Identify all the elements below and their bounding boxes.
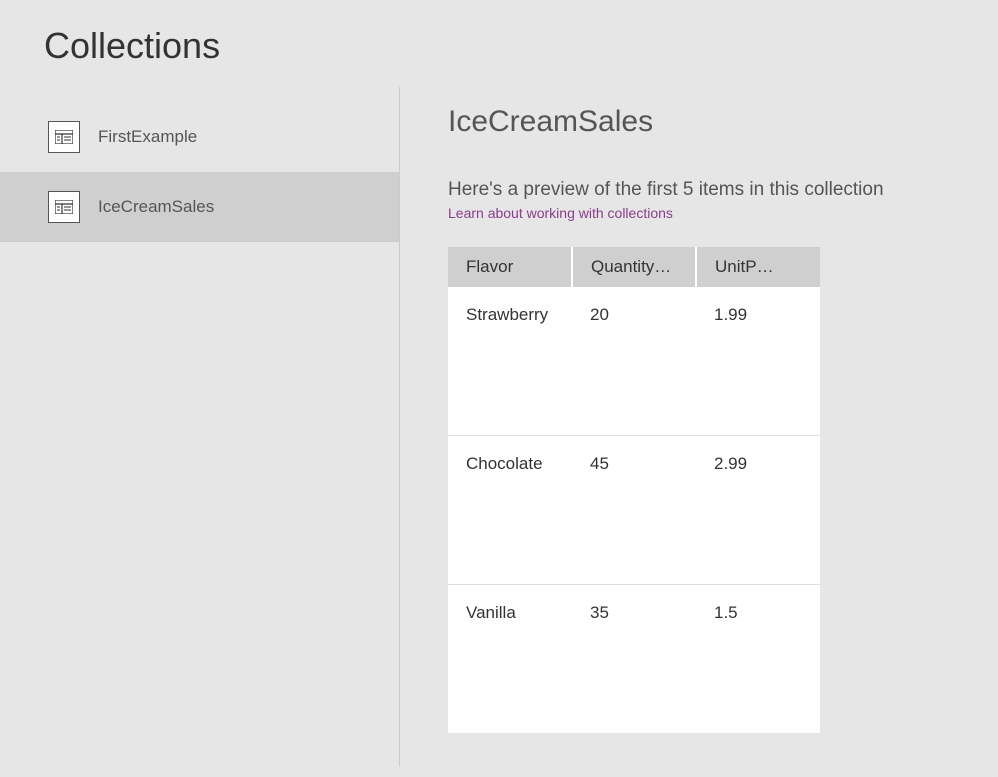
sidebar-item-icecreamsales[interactable]: IceCreamSales [0, 172, 399, 242]
cell-unitprice: 2.99 [696, 436, 820, 585]
cell-quantity: 45 [572, 436, 696, 585]
cell-quantity: 35 [572, 585, 696, 734]
page-title: Collections [0, 0, 998, 87]
collection-detail-title: IceCreamSales [448, 87, 998, 179]
cell-unitprice: 1.5 [696, 585, 820, 734]
cell-flavor: Vanilla [448, 585, 572, 734]
column-header-flavor[interactable]: Flavor [448, 247, 572, 287]
content-area: FirstExample IceCreamSales IceCreamSales… [0, 87, 998, 767]
cell-flavor: Strawberry [448, 287, 572, 436]
preview-table-wrap: Flavor Quantity… UnitP… Strawberry 20 1.… [448, 247, 820, 733]
collections-sidebar: FirstExample IceCreamSales [0, 87, 400, 767]
sidebar-item-label: FirstExample [98, 127, 197, 147]
cell-quantity: 20 [572, 287, 696, 436]
collection-icon [48, 191, 80, 223]
cell-flavor: Chocolate [448, 436, 572, 585]
learn-collections-link[interactable]: Learn about working with collections [448, 205, 673, 221]
column-header-quantity[interactable]: Quantity… [572, 247, 696, 287]
sidebar-item-label: IceCreamSales [98, 197, 214, 217]
table-row[interactable]: Chocolate 45 2.99 [448, 436, 820, 585]
table-row[interactable]: Strawberry 20 1.99 [448, 287, 820, 436]
preview-table: Flavor Quantity… UnitP… Strawberry 20 1.… [448, 247, 820, 733]
table-row[interactable]: Vanilla 35 1.5 [448, 585, 820, 734]
collection-icon [48, 121, 80, 153]
sidebar-item-firstexample[interactable]: FirstExample [0, 102, 399, 172]
table-header-row: Flavor Quantity… UnitP… [448, 247, 820, 287]
preview-description: Here's a preview of the first 5 items in… [448, 179, 998, 201]
detail-panel: IceCreamSales Here's a preview of the fi… [400, 87, 998, 767]
column-header-unitprice[interactable]: UnitP… [696, 247, 820, 287]
cell-unitprice: 1.99 [696, 287, 820, 436]
